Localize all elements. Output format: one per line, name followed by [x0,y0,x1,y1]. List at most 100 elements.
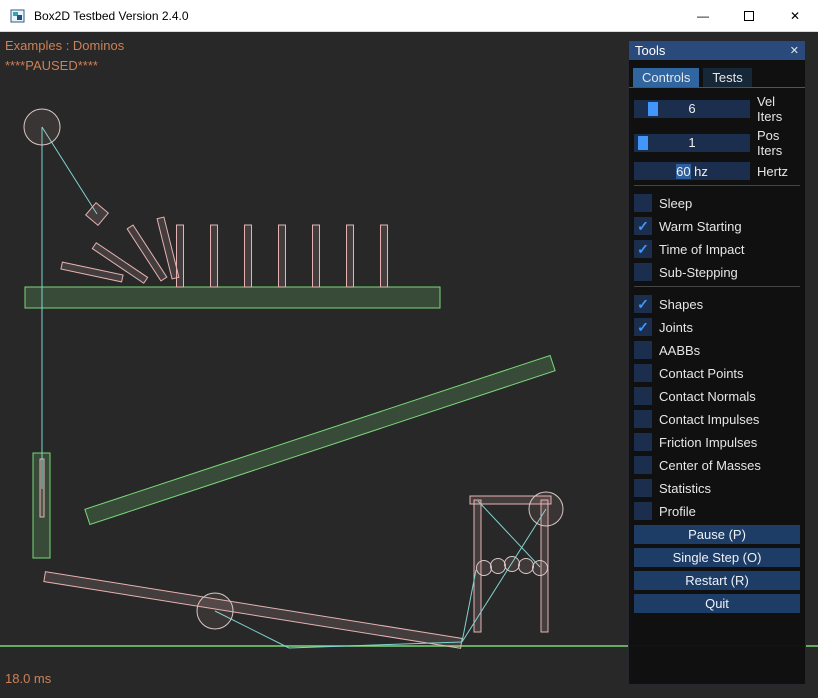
checkbox-box: ✓ [634,502,652,520]
paused-label: ****PAUSED**** [5,58,98,73]
checkbox-label: Profile [659,504,696,519]
checkbox-sub-stepping[interactable]: ✓ Sub-Stepping [634,263,800,281]
tab-controls[interactable]: Controls [633,68,699,87]
tools-close-icon[interactable]: ✕ [790,44,799,57]
checkbox-label: Friction Impulses [659,435,757,450]
checkbox-box: ✓ [634,295,652,313]
standing-dominos [177,225,388,287]
example-label: Examples : Dominos [5,38,124,53]
maximize-button[interactable] [726,0,772,31]
checkmark-icon: ✓ [637,241,649,258]
pause-button[interactable]: Pause (P) [634,525,800,544]
fallen-dominos [61,217,179,283]
window-title: Box2D Testbed Version 2.4.0 [34,9,189,23]
checkbox-label: Sleep [659,196,692,211]
hertz-row: 60 hz Hertz [634,162,800,180]
slider-value: 1 [634,134,750,152]
pendulum-anchor-circle [24,109,60,145]
checkbox-time-of-impact[interactable]: ✓ Time of Impact [634,240,800,258]
checkbox-box: ✓ [634,364,652,382]
checkbox-contact-points[interactable]: ✓ Contact Points [634,364,800,382]
vel-iters-row: 6 Vel Iters [634,94,800,124]
button-label: Single Step (O) [673,550,762,565]
tools-titlebar[interactable]: Tools ✕ [629,41,805,60]
checkbox-label: Contact Impulses [659,412,759,427]
button-label: Quit [705,596,729,611]
checkbox-label: Shapes [659,297,703,312]
checkbox-label: Contact Points [659,366,744,381]
frame-circle [529,492,563,526]
checkbox-label: Center of Masses [659,458,761,473]
checkbox-friction-impulses[interactable]: ✓ Friction Impulses [634,433,800,451]
vel-iters-label: Vel Iters [757,94,800,124]
checkbox-label: Joints [659,320,693,335]
checkbox-shapes[interactable]: ✓ Shapes [634,295,800,313]
tab-bar: Controls Tests [629,60,805,88]
checkbox-box: ✓ [634,194,652,212]
window-controls: — ✕ [680,0,818,31]
checkbox-box: ✓ [634,433,652,451]
checkbox-center-of-masses[interactable]: ✓ Center of Masses [634,456,800,474]
button-label: Restart (R) [685,573,749,588]
pos-iters-slider[interactable]: 1 [634,134,750,152]
checkbox-label: Contact Normals [659,389,756,404]
checkbox-box: ✓ [634,318,652,336]
app-icon [10,8,26,24]
checkbox-label: Sub-Stepping [659,265,738,280]
minimize-button[interactable]: — [680,0,726,31]
checkbox-warm-starting[interactable]: ✓ Warm Starting [634,217,800,235]
checkmark-icon: ✓ [637,218,649,235]
tab-tests[interactable]: Tests [703,68,751,87]
checkbox-contact-impulses[interactable]: ✓ Contact Impulses [634,410,800,428]
hertz-selected-text: 60 [676,164,690,179]
single-step-button[interactable]: Single Step (O) [634,548,800,567]
checkbox-box: ✓ [634,341,652,359]
restart-button[interactable]: Restart (R) [634,571,800,590]
checkmark-icon: ✓ [637,296,649,313]
tools-title: Tools [635,43,665,58]
checkbox-label: Time of Impact [659,242,744,257]
separator [634,185,800,186]
checkbox-joints[interactable]: ✓ Joints [634,318,800,336]
checkbox-box: ✓ [634,263,652,281]
checkbox-aabbs[interactable]: ✓ AABBs [634,341,800,359]
window-titlebar: Box2D Testbed Version 2.4.0 — ✕ [0,0,818,32]
close-button[interactable]: ✕ [772,0,818,31]
frame-time-label: 18.0 ms [5,671,51,686]
checkbox-sleep[interactable]: ✓ Sleep [634,194,800,212]
hertz-label: Hertz [757,164,788,179]
button-label: Pause (P) [688,527,746,542]
joint-line [289,642,462,648]
checkbox-box: ✓ [634,217,652,235]
tools-content: 6 Vel Iters 1 Pos Iters 60 hz Hertz ✓ Sl… [629,88,805,613]
checkbox-box: ✓ [634,456,652,474]
tab-label: Tests [712,70,742,85]
bottom-ramp [44,572,462,649]
checkmark-icon: ✓ [637,319,649,336]
tools-panel: Tools ✕ Controls Tests 6 Vel Iters 1 Pos… [628,40,806,685]
checkbox-box: ✓ [634,410,652,428]
checkbox-box: ✓ [634,387,652,405]
checkbox-contact-normals[interactable]: ✓ Contact Normals [634,387,800,405]
domino-shelf [25,287,440,308]
pos-iters-label: Pos Iters [757,128,800,158]
slider-value: 6 [634,100,750,118]
minimize-icon: — [697,9,709,23]
checkbox-statistics[interactable]: ✓ Statistics [634,479,800,497]
hertz-input[interactable]: 60 hz [634,162,750,180]
vel-iters-slider[interactable]: 6 [634,100,750,118]
checkbox-label: Warm Starting [659,219,742,234]
separator [634,286,800,287]
checkbox-profile[interactable]: ✓ Profile [634,502,800,520]
checkbox-label: AABBs [659,343,700,358]
checkbox-box: ✓ [634,479,652,497]
close-icon: ✕ [790,9,800,23]
maximize-icon [744,11,754,21]
quit-button[interactable]: Quit [634,594,800,613]
tab-label: Controls [642,70,690,85]
checkbox-box: ✓ [634,240,652,258]
hertz-unit-text: hz [691,164,708,179]
pos-iters-row: 1 Pos Iters [634,128,800,158]
checkbox-label: Statistics [659,481,711,496]
pulley-circle [197,593,233,629]
